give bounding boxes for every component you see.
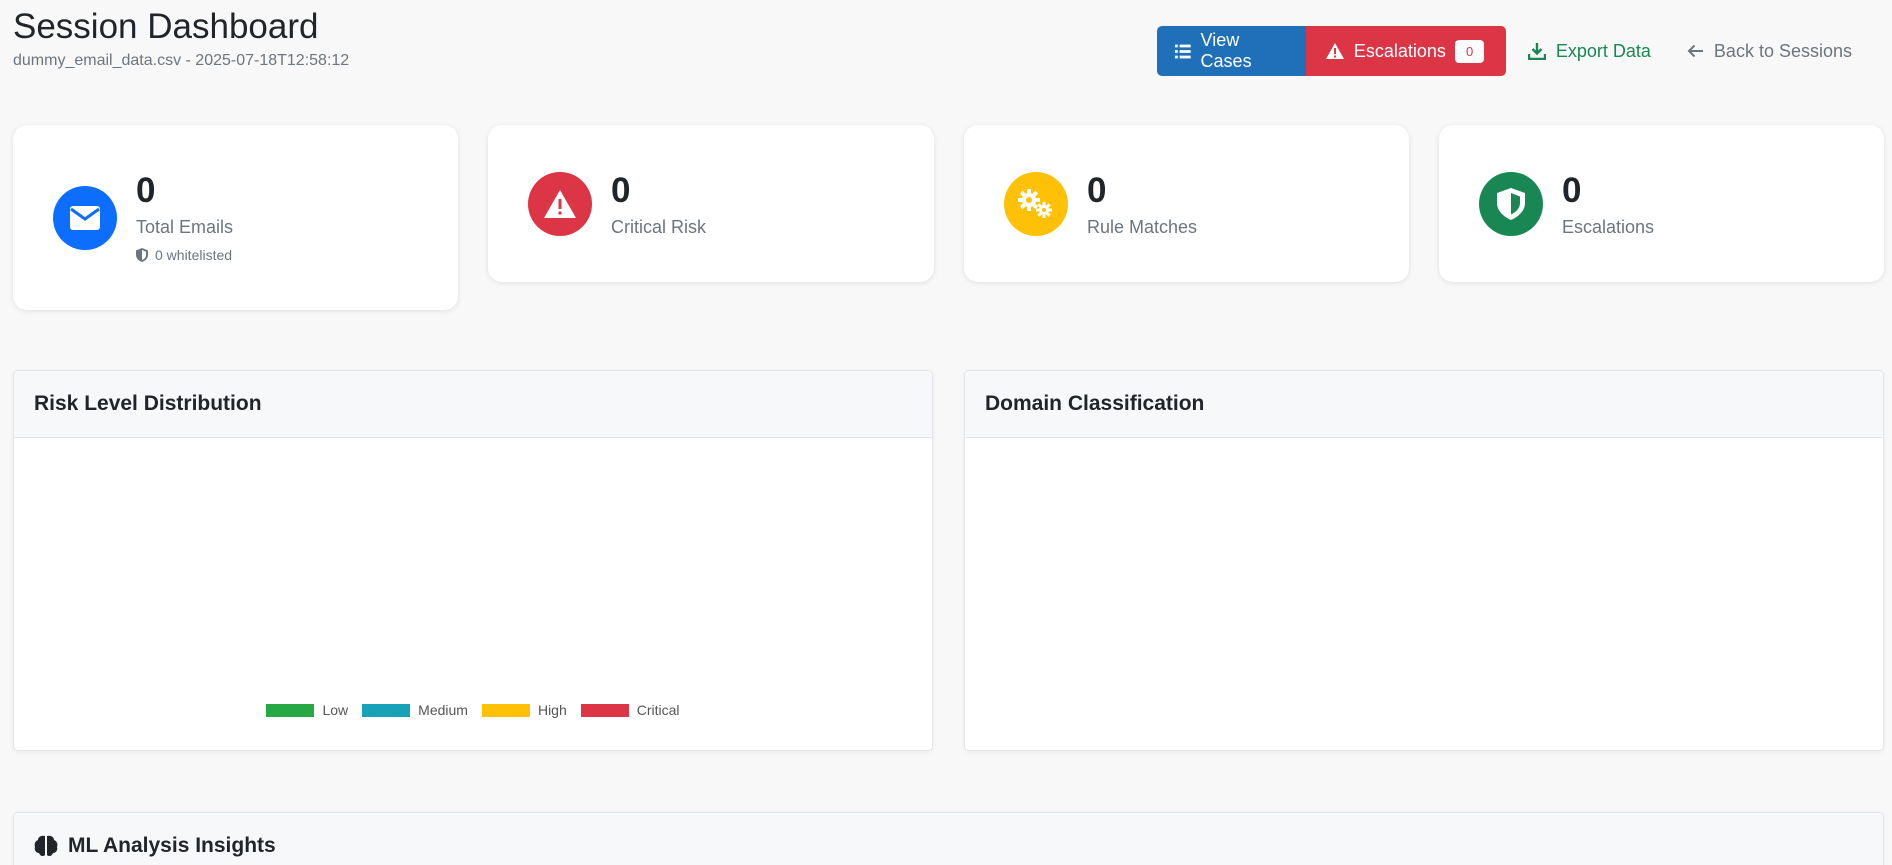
list-icon <box>1174 44 1191 58</box>
escalations-label: Escalations <box>1562 217 1655 237</box>
view-cases-button[interactable]: View Cases <box>1156 26 1306 76</box>
stat-card-total-emails: 0 Total Emails 0 whitelisted <box>13 125 458 310</box>
legend-label-high: High <box>537 702 567 718</box>
stat-card-escalations: 0 Escalations <box>1439 125 1884 282</box>
legend-item-critical[interactable]: Critical <box>580 702 680 718</box>
session-subtitle: dummy_email_data.csv - 2025-07-18T12:58:… <box>13 52 350 69</box>
stat-card-rule-matches: 0 Rule Matches <box>964 125 1409 282</box>
legend-item-medium[interactable]: Medium <box>362 702 468 718</box>
escalations-count-badge: 0 <box>1454 39 1485 63</box>
escalations-button[interactable]: Escalations 0 <box>1305 26 1506 76</box>
ml-insights-title: ML Analysis Insights <box>68 834 276 857</box>
critical-risk-value: 0 <box>611 171 631 210</box>
whitelisted-label: 0 whitelisted <box>155 247 233 263</box>
ml-insights-header: ML Analysis Insights <box>14 813 1883 865</box>
legend-swatch-low <box>266 703 315 717</box>
chart-legend: Low Medium High Critical <box>14 702 932 718</box>
escalations-label: Escalations <box>1353 40 1446 61</box>
legend-swatch-high <box>481 703 530 717</box>
whitelisted-count: 0 whitelisted <box>136 247 232 263</box>
risk-distribution-title: Risk Level Distribution <box>14 371 932 438</box>
critical-risk-label: Critical Risk <box>611 217 707 237</box>
view-cases-label: View Cases <box>1200 30 1252 71</box>
brain-icon <box>34 835 58 857</box>
legend-label-medium: Medium <box>418 702 468 718</box>
legend-item-high[interactable]: High <box>481 702 567 718</box>
header-actions: View Cases Escalations 0 Export Data Bac… <box>1156 26 1870 76</box>
legend-item-low[interactable]: Low <box>266 702 348 718</box>
rule-matches-label: Rule Matches <box>1087 217 1198 237</box>
back-to-sessions-label: Back to Sessions <box>1713 40 1852 61</box>
shield-icon <box>136 248 148 262</box>
shield-icon <box>1479 172 1543 236</box>
download-icon <box>1527 43 1546 60</box>
risk-distribution-panel: Risk Level Distribution Low Medium High … <box>13 370 933 751</box>
escalations-value: 0 <box>1562 171 1582 210</box>
envelope-icon <box>53 186 117 250</box>
export-data-button[interactable]: Export Data <box>1510 26 1669 76</box>
back-to-sessions-button[interactable]: Back to Sessions <box>1669 26 1870 76</box>
export-data-label: Export Data <box>1555 40 1651 61</box>
ml-insights-panel: ML Analysis Insights <box>13 812 1884 865</box>
warning-icon <box>1325 43 1344 59</box>
rule-matches-value: 0 <box>1087 171 1107 210</box>
legend-swatch-medium <box>362 703 411 717</box>
legend-label-low: Low <box>322 702 349 718</box>
total-emails-value: 0 <box>136 171 156 210</box>
page-title: Session Dashboard <box>13 7 319 46</box>
total-emails-label: Total Emails <box>136 217 234 237</box>
arrow-left-icon <box>1687 44 1703 58</box>
legend-swatch-critical <box>580 703 629 717</box>
domain-classification-panel: Domain Classification <box>964 370 1884 751</box>
page-header: Session Dashboard dummy_email_data.csv -… <box>13 6 349 70</box>
warning-icon <box>528 172 592 236</box>
legend-label-critical: Critical <box>636 702 680 718</box>
stat-card-critical-risk: 0 Critical Risk <box>488 125 934 282</box>
domain-classification-title: Domain Classification <box>965 371 1883 438</box>
gears-icon <box>1004 172 1068 236</box>
